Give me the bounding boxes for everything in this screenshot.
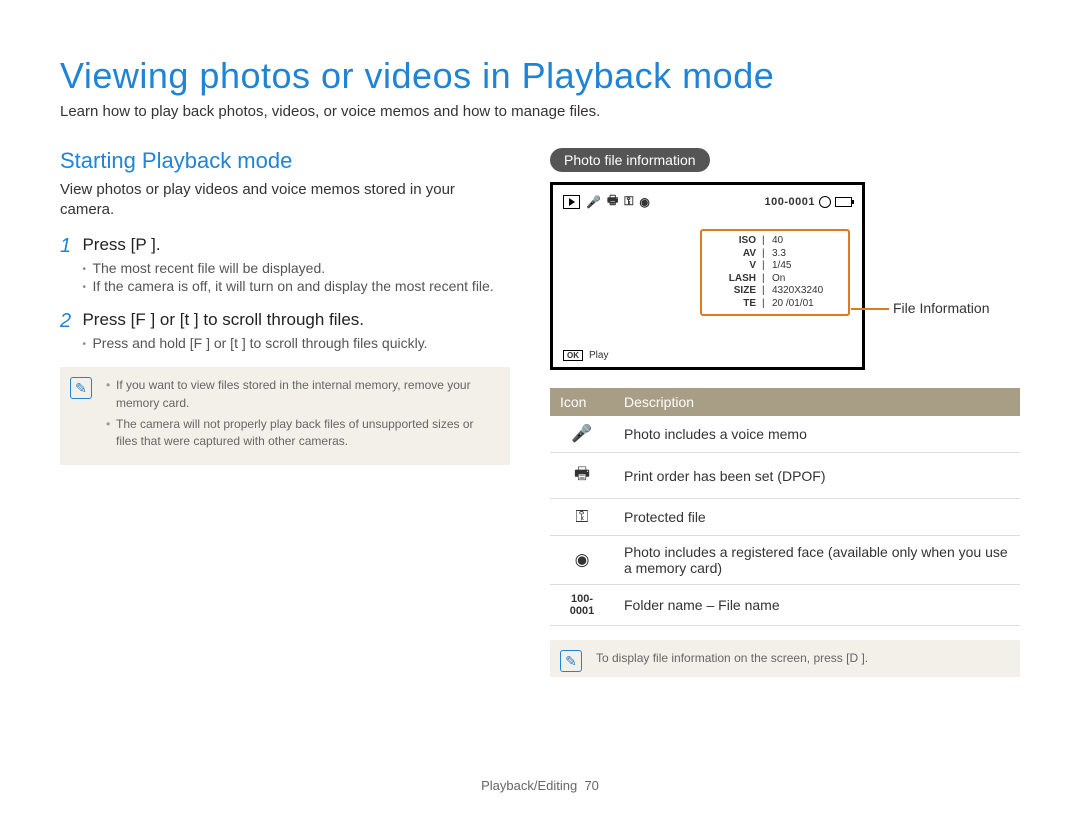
section-lead: View photos or play videos and voice mem… xyxy=(60,180,510,221)
footer-section: Playback/Editing xyxy=(481,778,577,793)
info-val-av: 3.3 xyxy=(772,248,842,261)
lock-icon: ⚿ xyxy=(550,499,614,536)
right-column: Photo file information 🎤 🖶 ⚿ ◉ 100-0001 xyxy=(550,148,1020,677)
face-icon: ◉ xyxy=(639,195,649,209)
info-key-flash: LASH xyxy=(708,273,756,286)
play-label: Play xyxy=(589,350,608,361)
table-row: 🖶Print order has been set (DPOF) xyxy=(550,453,1020,499)
footer-page: 70 xyxy=(584,778,598,793)
table-desc: Photo includes a registered face (availa… xyxy=(614,536,1020,585)
left-column: Starting Playback mode View photos or pl… xyxy=(60,148,510,677)
note-icon: ✎ xyxy=(70,377,92,399)
info-val-date: 20 /01/01 xyxy=(772,298,842,311)
voice-memo-icon: 🎤 xyxy=(550,416,614,453)
step-number: 2 xyxy=(60,310,78,333)
info-key-date: TE xyxy=(708,298,756,311)
battery-icon xyxy=(835,197,852,207)
table-head-icon: Icon xyxy=(550,388,614,416)
info-val-iso: 40 xyxy=(772,235,842,248)
table-row: 100-0001Folder name – File name xyxy=(550,585,1020,626)
note-box: ✎ If you want to view files stored in th… xyxy=(60,367,510,465)
note-2: The camera will not properly play back f… xyxy=(106,416,496,451)
info-key-iso: ISO xyxy=(708,235,756,248)
step-2-title: Press [F ] or [t ] to scroll through fil… xyxy=(82,310,502,330)
info-val-flash: On xyxy=(772,273,842,286)
camera-screen: 🎤 🖶 ⚿ ◉ 100-0001 ISO|40 AV xyxy=(550,182,865,370)
step-1: 1 Press [P ]. The most recent file will … xyxy=(60,235,510,297)
dial-icon xyxy=(819,196,831,208)
page-lead: Learn how to play back photos, videos, o… xyxy=(60,103,1020,120)
table-desc: Folder name – File name xyxy=(614,585,1020,626)
info-key-size: SIZE xyxy=(708,285,756,298)
note-1: If you want to view files stored in the … xyxy=(106,377,496,412)
table-desc: Print order has been set (DPOF) xyxy=(614,453,1020,499)
step-2-sub-a: Press and hold [F ] or [t ] to scroll th… xyxy=(82,334,502,353)
info-key-av: AV xyxy=(708,248,756,261)
page-footer: Playback/Editing 70 xyxy=(0,778,1080,793)
photo-file-info-pill: Photo file information xyxy=(550,148,710,172)
page-title: Viewing photos or videos in Playback mod… xyxy=(60,55,1020,97)
table-head-desc: Description xyxy=(614,388,1020,416)
step-1-sub-b: If the camera is off, it will turn on an… xyxy=(82,277,502,296)
step-1-sub-a: The most recent file will be displayed. xyxy=(82,259,502,278)
playback-icon xyxy=(563,195,580,209)
leader-line xyxy=(851,308,889,310)
table-desc: Protected file xyxy=(614,499,1020,536)
table-desc: Photo includes a voice memo xyxy=(614,416,1020,453)
info-key-tv: V xyxy=(708,260,756,273)
file-info-box: ISO|40 AV|3.3 V|1/45 LASH|On SIZE|4320X3… xyxy=(700,229,850,316)
info-val-size: 4320X3240 xyxy=(772,285,842,298)
filename-label: 100-0001 xyxy=(550,585,614,626)
table-row: 🎤Photo includes a voice memo xyxy=(550,416,1020,453)
note-box-2: ✎ To display file information on the scr… xyxy=(550,640,1020,677)
ok-label: OK xyxy=(563,350,583,361)
note-icon: ✎ xyxy=(560,650,582,672)
step-1-title: Press [P ]. xyxy=(82,235,502,255)
lock-icon: ⚿ xyxy=(624,194,633,209)
note-2-text: To display file information on the scree… xyxy=(596,651,868,665)
face-icon: ◉ xyxy=(550,536,614,585)
section-title: Starting Playback mode xyxy=(60,148,510,174)
file-number-label: 100-0001 xyxy=(765,196,816,208)
voice-memo-icon: 🎤 xyxy=(586,195,601,209)
table-row: ◉Photo includes a registered face (avail… xyxy=(550,536,1020,585)
step-2: 2 Press [F ] or [t ] to scroll through f… xyxy=(60,310,510,353)
print-icon: 🖶 xyxy=(607,191,618,212)
print-icon: 🖶 xyxy=(550,453,614,499)
info-val-tv: 1/45 xyxy=(772,260,842,273)
file-information-callout: File Information xyxy=(893,300,989,316)
step-number: 1 xyxy=(60,235,78,258)
icon-description-table: Icon Description 🎤Photo includes a voice… xyxy=(550,388,1020,626)
table-row: ⚿Protected file xyxy=(550,499,1020,536)
